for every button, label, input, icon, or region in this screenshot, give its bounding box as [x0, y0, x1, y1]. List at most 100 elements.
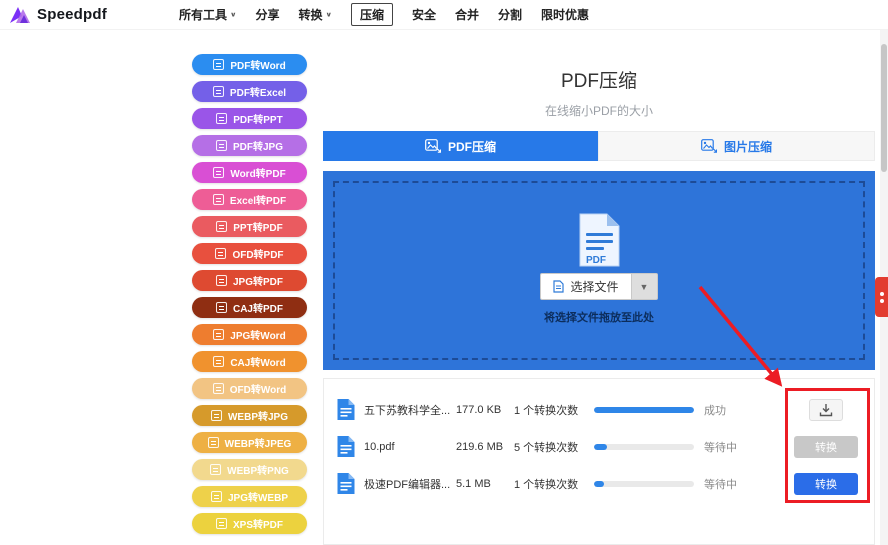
file-convert-icon [210, 410, 222, 421]
page-title: PDF压缩 [560, 71, 637, 92]
select-file-dropdown-toggle[interactable]: ▼ [631, 273, 658, 300]
file-status: 等待中 [704, 478, 737, 491]
file-icon [337, 473, 355, 494]
file-convert-icon [215, 275, 227, 286]
chevron-down-icon: ▼ [639, 281, 649, 292]
file-row: 五下苏教科学全... 177.0 KB 1 个转换次数 成功 [336, 391, 862, 428]
tab-pdf-compress[interactable]: PDF压缩 [323, 131, 598, 161]
dropzone-dashed-area: PDF 选择文件 ▼ 将选择文件拖放至此处 [333, 181, 865, 360]
scrollbar-thumb[interactable] [881, 44, 887, 172]
file-convert-icon [215, 518, 227, 529]
file-convert-icon [215, 140, 227, 151]
sidebar-item-xps-to-pdf[interactable]: XPS转PDF [192, 513, 307, 534]
nav-menu: 所有工具 ∨ 分享 转换 ∨ 压缩 安全 合并 分割 限时优惠 [179, 3, 589, 26]
nav-item-split[interactable]: 分割 [498, 6, 522, 23]
nav-item-promo[interactable]: 限时优惠 [541, 6, 589, 23]
page-scrollbar[interactable] [880, 0, 888, 545]
sidebar-item-label: CAJ转Word [230, 358, 286, 369]
nav-item-security[interactable]: 安全 [412, 6, 436, 23]
convert-button[interactable]: 转换 [794, 472, 858, 495]
dropzone-hint: 将选择文件拖放至此处 [544, 312, 654, 324]
sidebar-item-jpg-to-webp[interactable]: JPG转WEBP [192, 486, 307, 507]
sidebar-item-jpg-to-word[interactable]: JPG转Word [192, 324, 307, 345]
chevron-down-icon: ∨ [229, 10, 237, 19]
nav-item-label: 分享 [255, 8, 280, 22]
file-convert-icon [215, 302, 227, 313]
sidebar-item-label: PDF转Excel [229, 88, 287, 99]
nav-item-share[interactable]: 分享 [255, 6, 279, 23]
select-file-button[interactable]: 选择文件 [540, 273, 632, 300]
download-button[interactable] [809, 398, 843, 421]
tab-label: PDF压缩 [447, 139, 496, 154]
sidebar-item-ofd-to-word[interactable]: OFD转Word [192, 378, 307, 399]
sidebar-item-label: CAJ转PDF [232, 304, 283, 315]
file-convert-icon [213, 167, 225, 178]
nav-item-compress[interactable]: 压缩 [350, 3, 393, 26]
speedpdf-logo-icon [10, 6, 30, 23]
sidebar-item-caj-to-pdf[interactable]: CAJ转PDF [192, 297, 307, 318]
document-icon [553, 280, 565, 293]
file-name: 极速PDF编辑器... [364, 478, 451, 491]
compress-tabs: PDF压缩 图片压缩 [323, 131, 875, 161]
sidebar-item-caj-to-word[interactable]: CAJ转Word [192, 351, 307, 372]
customer-service-widget[interactable] [875, 277, 888, 317]
sidebar-item-webp-to-jpg[interactable]: WEBP转JPG [192, 405, 307, 426]
tab-image-compress[interactable]: 图片压缩 [598, 131, 875, 161]
sidebar-item-label: WEBP转PNG [227, 466, 289, 477]
select-file-split-button: 选择文件 ▼ [540, 273, 658, 300]
file-row: 10.pdf 219.6 MB 5 个转换次数 等待中 转换 [336, 428, 862, 465]
image-compress-icon [425, 139, 441, 153]
sidebar-item-pdf-to-word[interactable]: PDF转Word [192, 54, 307, 75]
file-convert-icon [212, 194, 224, 205]
sidebar-item-pdf-to-excel[interactable]: PDF转Excel [192, 81, 307, 102]
upload-dropzone[interactable]: PDF 选择文件 ▼ 将选择文件拖放至此处 [323, 171, 875, 370]
progress-bar [594, 480, 694, 487]
file-action: 转换 [794, 472, 858, 495]
brand-logo[interactable]: Speedpdf [8, 5, 107, 25]
file-icon [337, 436, 355, 457]
nav-item-all-tools[interactable]: 所有工具 ∨ [179, 6, 237, 23]
file-size: 5.1 MB [456, 477, 491, 490]
sidebar-item-pdf-to-jpg[interactable]: PDF转JPG [192, 135, 307, 156]
progress-fill [594, 443, 607, 450]
sidebar-item-label: JPG转Word [230, 331, 286, 342]
nav-item-label: 安全 [412, 8, 437, 22]
nav-item-label: 所有工具 [178, 8, 227, 22]
file-name: 五下苏教科学全... [364, 404, 451, 417]
brand-name: Speedpdf [37, 6, 107, 23]
file-convert-icon [213, 59, 225, 70]
image-compress-icon [701, 139, 717, 153]
sidebar-item-webp-to-png[interactable]: WEBP转PNG [192, 459, 307, 480]
sidebar-item-label: JPG转WEBP [227, 493, 288, 504]
sidebar-item-jpg-to-pdf[interactable]: JPG转PDF [192, 270, 307, 291]
page-subtitle: 在线缩小PDF的大小 [544, 104, 653, 118]
file-convert-icon [207, 437, 219, 448]
file-status: 等待中 [704, 441, 737, 454]
sidebar-item-pdf-to-ppt[interactable]: PDF转PPT [192, 108, 307, 129]
file-list: 五下苏教科学全... 177.0 KB 1 个转换次数 成功 10.pdf 21… [323, 378, 875, 545]
sidebar-item-label: XPS转PDF [232, 520, 283, 531]
file-convert-icon [212, 383, 224, 394]
convert-button-disabled[interactable]: 转换 [794, 435, 858, 458]
file-name: 10.pdf [364, 440, 395, 453]
sidebar-item-ofd-to-pdf[interactable]: OFD转PDF [192, 243, 307, 264]
sidebar-item-word-to-pdf[interactable]: Word转PDF [192, 162, 307, 183]
file-action: 转换 [794, 435, 858, 458]
sidebar-item-label: OFD转PDF [232, 250, 284, 261]
service-dot-icon [879, 291, 884, 296]
nav-item-merge[interactable]: 合并 [455, 6, 479, 23]
sidebar-item-ppt-to-pdf[interactable]: PPT转PDF [192, 216, 307, 237]
sidebar-item-label: PDF转PPT [233, 115, 283, 126]
sidebar-item-webp-to-jpeg[interactable]: WEBP转JPEG [192, 432, 307, 453]
pdf-icon-label: PDF [586, 255, 606, 266]
sidebar-item-label: OFD转Word [229, 385, 287, 396]
download-icon [819, 403, 833, 416]
file-status: 成功 [704, 404, 726, 417]
file-size: 177.0 KB [456, 403, 502, 416]
file-convert-icon [215, 248, 227, 259]
pdf-file-icon: PDF [579, 213, 620, 267]
nav-item-convert[interactable]: 转换 ∨ [298, 6, 332, 23]
progress-bar [594, 406, 694, 413]
top-navbar: Speedpdf 所有工具 ∨ 分享 转换 ∨ 压缩 安全 合并 分割 限时优惠 [0, 0, 888, 30]
sidebar-item-excel-to-pdf[interactable]: Excel转PDF [192, 189, 307, 210]
